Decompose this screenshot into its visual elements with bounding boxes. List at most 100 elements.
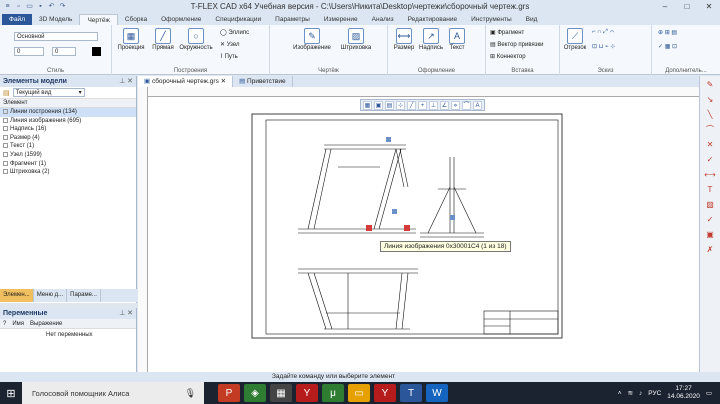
redo-icon[interactable]: ↷ [58, 2, 67, 11]
language-indicator[interactable]: РУС [648, 390, 661, 397]
tab-3d-model[interactable]: 3D Модель [32, 14, 79, 25]
list-item[interactable]: Размер (4) [0, 134, 136, 143]
drawing-canvas[interactable]: ▦ ▣ ▤ ⊹ ╱ + ⊥ ∠ ⋄ ⌒ A Линия изображения … [148, 97, 699, 372]
list-item[interactable]: Линии построения (134) [0, 108, 136, 117]
tab-drawing[interactable]: Чертёж [79, 14, 118, 25]
extra-tools-2-icon[interactable]: ✓ ▦ ⊡ [658, 43, 677, 50]
hatch-button[interactable]: ▨ Штриховка [336, 28, 376, 51]
bind-vector-button[interactable]: ▤ Вектор привязки [490, 41, 543, 48]
checkbox[interactable] [3, 109, 8, 114]
layer-select[interactable]: Основной [14, 32, 98, 41]
windows-start-icon[interactable]: ⊞ [0, 382, 22, 404]
tab-menu[interactable]: Меню д... [34, 289, 68, 302]
yandex-icon[interactable]: Y [374, 384, 396, 402]
tool-arrow-icon[interactable]: ↘ [703, 94, 718, 106]
maximize-button[interactable]: □ [676, 0, 698, 13]
snap-node-icon[interactable]: ▣ [374, 101, 383, 110]
node-button[interactable]: ✕ Узел [220, 41, 240, 48]
filter-icon[interactable]: ▤ [3, 89, 10, 97]
snap-grid-icon[interactable]: ▦ [363, 101, 372, 110]
tab-file[interactable]: Файл [2, 14, 32, 25]
sketch-tools-2-icon[interactable]: ⊡ ⊔ ⌁ ⊹ [592, 43, 615, 50]
tool-dim-icon[interactable]: ⟷ [703, 169, 718, 181]
tray-chevron-icon[interactable]: ˄ [618, 390, 622, 397]
minimize-button[interactable]: – [654, 0, 676, 13]
snap-element-icon[interactable]: ▤ [385, 101, 394, 110]
tool-arc-icon[interactable]: ⌒ [703, 124, 718, 136]
connector-button[interactable]: ⊞ Коннектор [490, 53, 526, 60]
list-item[interactable]: Текст (1) [0, 142, 136, 151]
snap-arc-icon[interactable]: ⌒ [462, 101, 471, 110]
tool-check2-icon[interactable]: ✓ [703, 214, 718, 226]
list-item[interactable]: Линия изображения (695) [0, 117, 136, 126]
circle-button[interactable]: ○ Окружность [178, 28, 214, 51]
image-button[interactable]: ✎ Изображение [292, 28, 332, 51]
tool-delete-icon[interactable]: ✗ [703, 244, 718, 256]
tool-hatch-icon[interactable]: ▨ [703, 199, 718, 211]
view-select[interactable]: Текущий вид ▾ [12, 88, 85, 97]
explorer-icon[interactable]: ▭ [348, 384, 370, 402]
doc-tab-assembly[interactable]: ▣ сборочный чертеж.grs ✕ [138, 76, 234, 87]
level-value[interactable]: 0 [52, 47, 76, 56]
save-icon[interactable]: ▪ [36, 2, 45, 11]
snap-vertex-icon[interactable]: ⊹ [396, 101, 405, 110]
segment-button[interactable]: ⟋ Отрезок [562, 28, 588, 51]
tab-tools[interactable]: Инструменты [464, 14, 519, 25]
tab-params[interactable]: Параме... [67, 289, 101, 302]
tab-analysis[interactable]: Анализ [365, 14, 401, 25]
powerpoint-icon[interactable]: P [218, 384, 240, 402]
game-icon[interactable]: ◈ [244, 384, 266, 402]
tool-pen-icon[interactable]: ✎ [703, 79, 718, 91]
new-file-icon[interactable]: ▫ [14, 2, 23, 11]
tab-view[interactable]: Вид [519, 14, 545, 25]
fragment-button[interactable]: ▣ Фрагмент [490, 29, 524, 36]
tab-elements[interactable]: Элемен... [0, 289, 34, 302]
checkbox[interactable] [3, 143, 8, 149]
doc-tab-welcome[interactable]: ▤ Приветствие [233, 76, 293, 87]
word-icon[interactable]: W [426, 384, 448, 402]
ellipse-button[interactable]: ◯ Эллипс [220, 29, 249, 36]
tab-measure[interactable]: Измерение [317, 14, 365, 25]
pin-close-icon[interactable]: ⊥ ✕ [119, 308, 133, 319]
snap-text-icon[interactable]: A [473, 101, 482, 110]
checkbox[interactable] [3, 160, 8, 166]
tab-format[interactable]: Оформление [154, 14, 208, 25]
close-button[interactable]: ✕ [698, 0, 720, 13]
list-item[interactable]: Узел (1599) [0, 151, 136, 160]
undo-icon[interactable]: ↶ [47, 2, 56, 11]
dimension-button[interactable]: ⟷ Размер [392, 28, 416, 51]
tool-check-icon[interactable]: ✓ [703, 154, 718, 166]
snap-tangent-icon[interactable]: ⊥ [429, 101, 438, 110]
tab-specifications[interactable]: Спецификации [208, 14, 268, 25]
tool-line-icon[interactable]: ╲ [703, 109, 718, 121]
projection-button[interactable]: ▦ Проекция [116, 28, 146, 51]
snap-line-icon[interactable]: ╱ [407, 101, 416, 110]
snap-cross-icon[interactable]: + [418, 101, 427, 110]
path-button[interactable]: ⌇ Путь [220, 53, 238, 60]
yandex-browser-icon[interactable]: Y [296, 384, 318, 402]
list-item[interactable]: Фрагмент (1) [0, 160, 136, 169]
text-button[interactable]: A Текст [446, 28, 468, 51]
list-item[interactable]: Штриховка (2) [0, 168, 136, 177]
checkbox[interactable] [3, 126, 8, 132]
snap-mid-icon[interactable]: ⋄ [451, 101, 460, 110]
taskbar-search[interactable]: Голосовой помощник Алиса 🎙 [22, 382, 204, 404]
caption-button[interactable]: ↗ Надпись [418, 28, 444, 51]
sketch-tools-icon[interactable]: ⌐ ∩ ⤢ ⌒ [592, 29, 614, 36]
checkbox[interactable] [3, 151, 8, 157]
microphone-icon[interactable]: 🎙 [185, 388, 196, 399]
list-item[interactable]: Надпись (16) [0, 125, 136, 134]
tab-parameters[interactable]: Параметры [268, 14, 317, 25]
tool-text-icon[interactable]: T [703, 184, 718, 196]
tool-fragment-icon[interactable]: ▣ [703, 229, 718, 241]
clock[interactable]: 17:27 14.06.2020 [667, 385, 700, 401]
extra-tools-icon[interactable]: ⊕ ⊞ ▤ [658, 29, 677, 36]
tflex-icon[interactable]: T [400, 384, 422, 402]
open-folder-icon[interactable]: ▭ [25, 2, 34, 11]
volume-icon[interactable]: ♪ [639, 390, 642, 397]
color-value[interactable]: 0 [14, 47, 44, 56]
checkbox[interactable] [3, 117, 8, 123]
pin-close-icon[interactable]: ⊥ ✕ [119, 76, 133, 87]
menu-icon[interactable]: ≡ [3, 2, 12, 11]
checkbox[interactable] [3, 134, 8, 140]
